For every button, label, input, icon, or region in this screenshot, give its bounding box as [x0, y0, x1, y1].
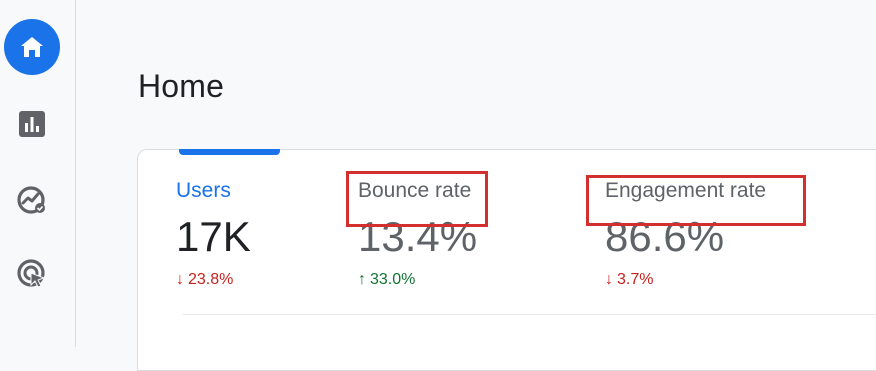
metric-tab-users[interactable]: Users 17K ↓ 23.8% — [176, 178, 251, 290]
change-value: 33.0% — [370, 270, 415, 290]
navigation-rail — [0, 0, 76, 347]
engagement-rate-highlight-box — [586, 175, 806, 226]
explore-icon — [16, 184, 48, 216]
nav-advertising-button[interactable] — [4, 246, 60, 302]
metric-label: Users — [176, 178, 251, 204]
change-value: 3.7% — [617, 270, 653, 290]
main-content: Home Users 17K ↓ 23.8% Bounce rate 13.4%… — [76, 0, 876, 347]
nav-explore-button[interactable] — [4, 172, 60, 228]
metric-change: ↓ 23.8% — [176, 270, 251, 290]
nav-home-button[interactable] — [4, 19, 60, 75]
page-title: Home — [138, 68, 224, 105]
bounce-rate-highlight-box — [346, 171, 488, 227]
reports-icon — [18, 110, 46, 138]
metric-value: 17K — [176, 214, 251, 260]
metric-change: ↑ 33.0% — [358, 270, 477, 290]
arrow-down-icon: ↓ — [176, 270, 184, 290]
selected-tab-indicator — [179, 149, 280, 155]
arrow-up-icon: ↑ — [358, 270, 366, 290]
nav-reports-button[interactable] — [4, 96, 60, 152]
arrow-down-icon: ↓ — [605, 270, 613, 290]
advertising-icon — [16, 258, 48, 290]
metric-change: ↓ 3.7% — [605, 270, 766, 290]
home-icon — [19, 35, 45, 59]
card-divider — [183, 314, 876, 315]
change-value: 23.8% — [188, 270, 233, 290]
